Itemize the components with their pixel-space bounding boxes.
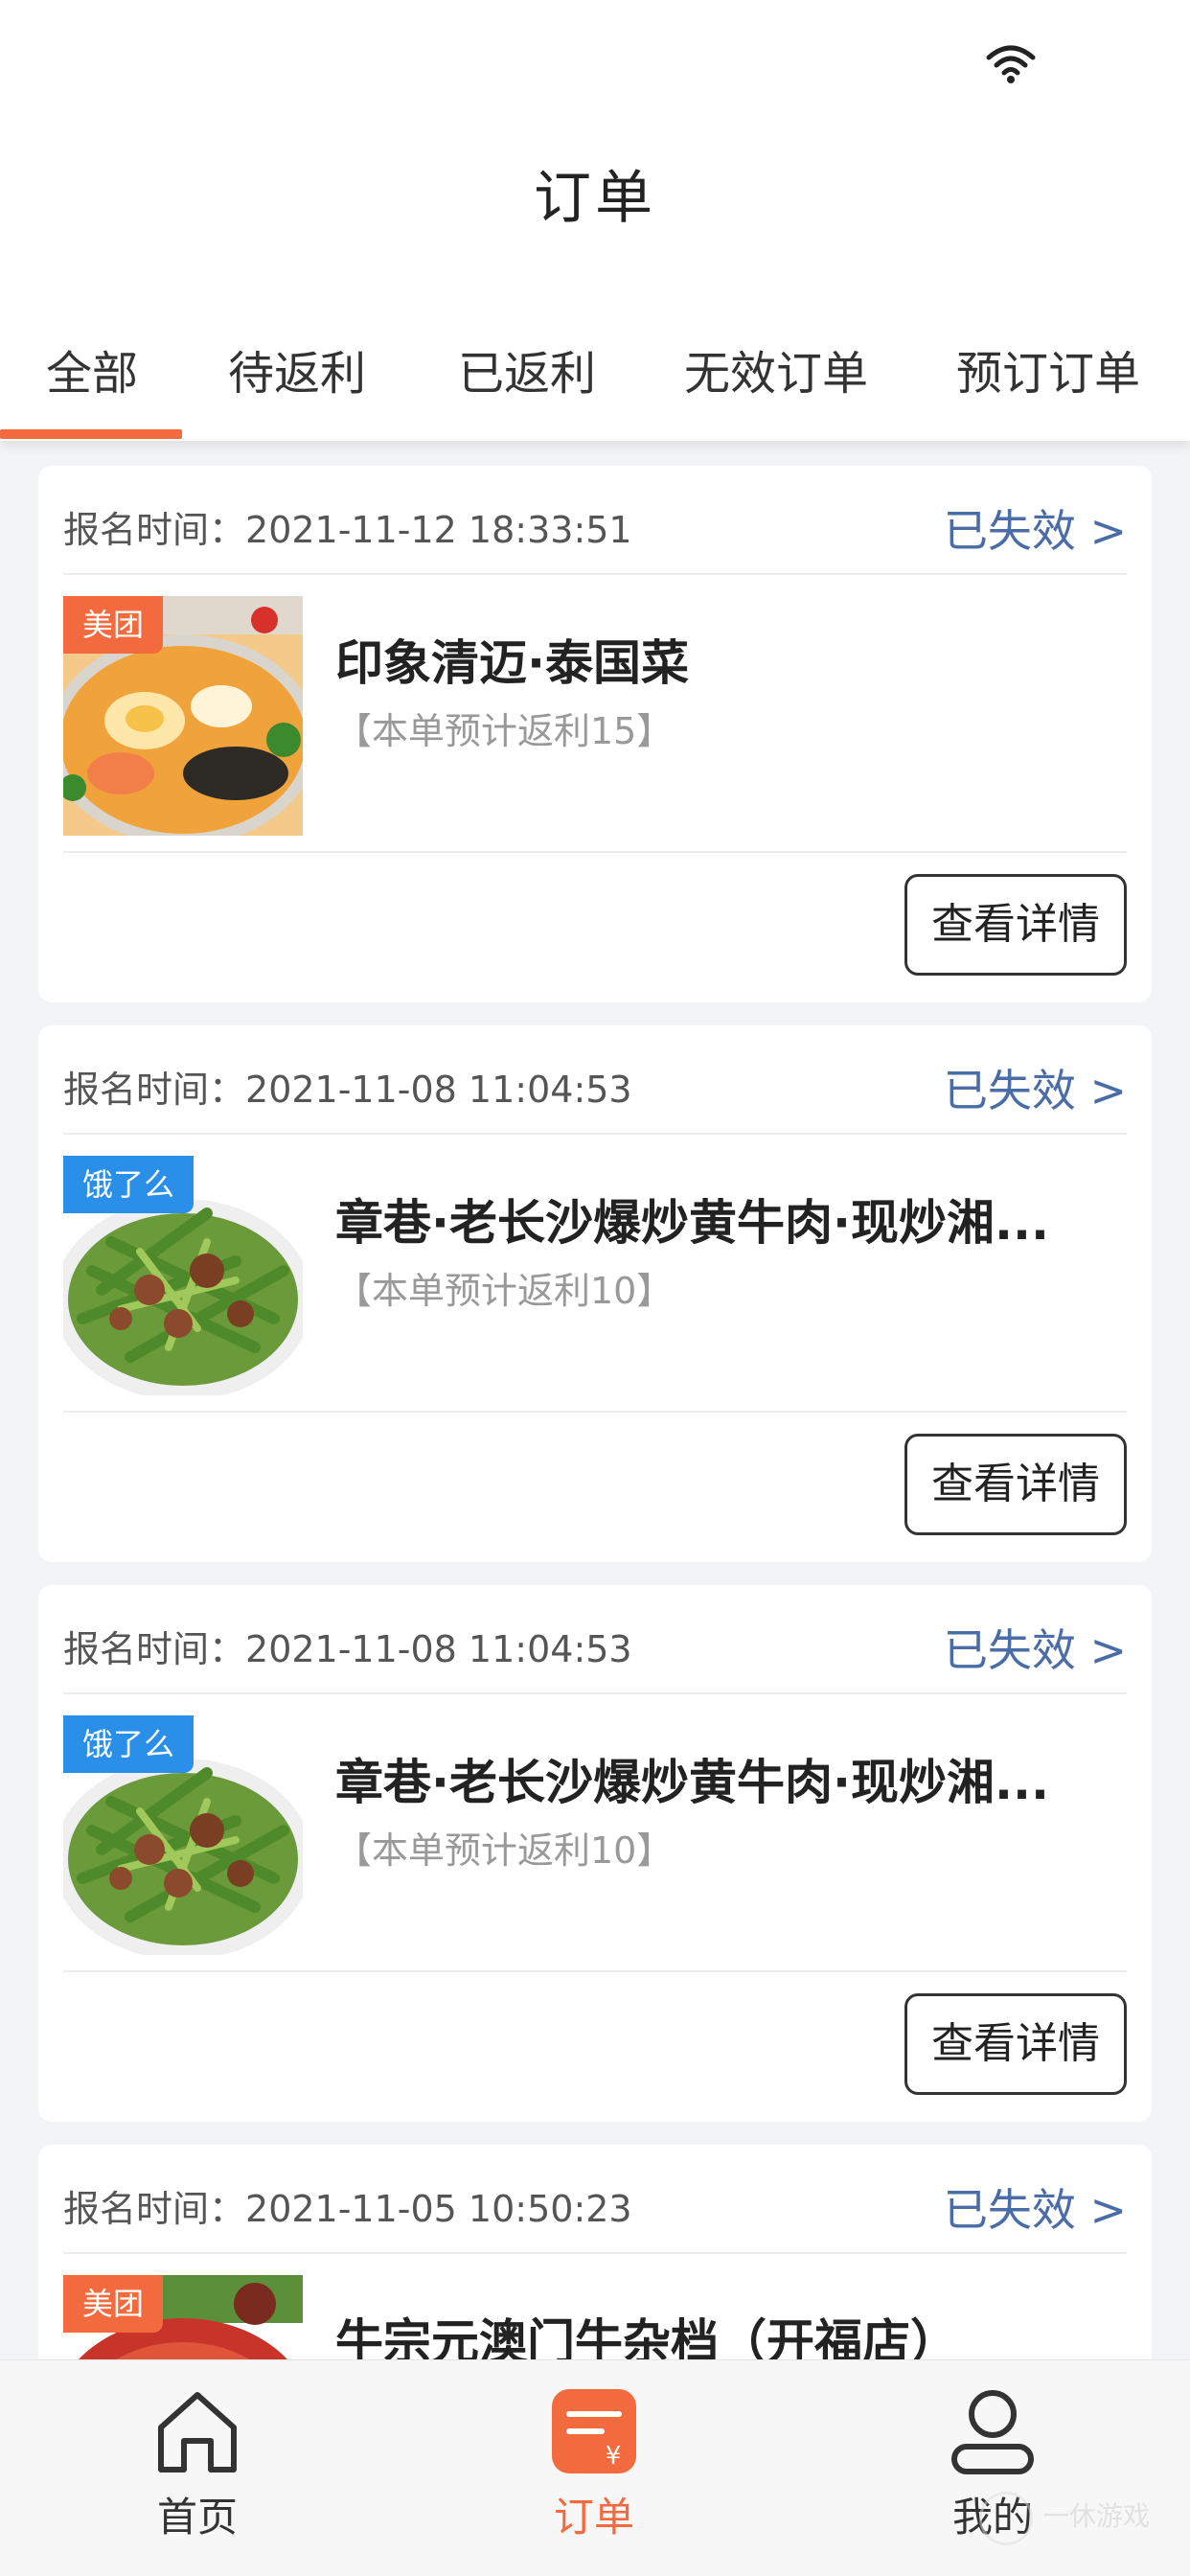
order-status-link[interactable]: 已失效 > (944, 1056, 1127, 1119)
nav-orders-label: 订单 (553, 2494, 634, 2541)
tab-invalid-orders[interactable]: 无效订单 (684, 335, 868, 402)
rebate-note: 【本单预计返利15】 (335, 710, 674, 752)
signup-time-label: 报名时间： (63, 509, 246, 551)
order-card-body[interactable]: 饿了么 章巷·老长沙爆炒黄牛肉·现炒湘... 【本单预计返利10】 (63, 1694, 1127, 1972)
order-card-footer: 查看详情 (63, 1972, 1127, 2126)
order-card-body[interactable]: 美团 印象清迈·泰国菜 【本单预计返利15】 (63, 575, 1127, 853)
shop-name: 章巷·老长沙爆炒黄牛肉·现炒湘... (335, 1195, 1049, 1251)
rebate-note: 【本单预计返利10】 (335, 1829, 674, 1872)
order-card-header: 报名时间：2021-11-05 10:50:23 已失效 > (63, 2145, 1127, 2254)
svg-text:¥: ¥ (606, 2442, 622, 2471)
nav-home-label: 首页 (156, 2494, 238, 2541)
rebate-note: 【本单预计返利10】 (335, 1270, 674, 1312)
watermark: 一休游戏 (979, 2492, 1171, 2549)
tab-reserved-orders[interactable]: 预订订单 (956, 335, 1140, 402)
order-icon: ¥ (552, 2389, 636, 2473)
signup-time: 2021-11-08 11:04:53 (245, 1628, 632, 1670)
platform-badge: 美团 (63, 2275, 164, 2333)
signup-time: 2021-11-08 11:04:53 (245, 1069, 632, 1111)
order-card-footer: 查看详情 (63, 1413, 1127, 1566)
order-card: 报名时间：2021-11-08 11:04:53 已失效 > 饿了么 章巷·老长… (38, 1025, 1152, 1562)
order-status-link[interactable]: 已失效 > (944, 1616, 1127, 1679)
signup-time-label: 报名时间： (63, 1628, 246, 1670)
shop-name: 印象清迈·泰国菜 (335, 635, 689, 691)
order-card-header: 报名时间：2021-11-12 18:33:51 已失效 > (63, 466, 1127, 575)
tab-all[interactable]: 全部 (46, 335, 138, 402)
order-card: 报名时间：2021-11-12 18:33:51 已失效 > 美团 印象清迈·泰… (38, 466, 1152, 1002)
platform-badge: 饿了么 (63, 1715, 195, 1773)
food-image: 饿了么 (63, 1156, 303, 1395)
signup-time-row: 报名时间：2021-11-12 18:33:51 (63, 500, 632, 553)
signup-time-row: 报名时间：2021-11-05 10:50:23 (63, 2179, 632, 2232)
view-details-button[interactable]: 查看详情 (904, 1993, 1127, 2095)
food-image: 美团 (63, 596, 303, 836)
nav-orders[interactable]: ¥ 订单 (498, 2385, 690, 2543)
order-card-header: 报名时间：2021-11-08 11:04:53 已失效 > (63, 1585, 1127, 1694)
food-image: 饿了么 (63, 1715, 303, 1955)
screen: 订单 全部 待返利 已返利 无效订单 预订订单 报名时间：2021-11-12 … (0, 0, 1190, 2576)
watermark-logo (979, 2492, 1033, 2545)
signup-time-row: 报名时间：2021-11-08 11:04:53 (63, 1620, 632, 1672)
order-status-link[interactable]: 已失效 > (944, 2175, 1127, 2239)
platform-badge: 美团 (63, 596, 164, 654)
tab-active-indicator (0, 429, 182, 439)
signup-time: 2021-11-12 18:33:51 (245, 509, 632, 551)
signup-time-label: 报名时间： (63, 2188, 246, 2230)
order-status-link[interactable]: 已失效 > (944, 496, 1127, 560)
signup-time-row: 报名时间：2021-11-08 11:04:53 (63, 1060, 632, 1113)
status-bar (0, 0, 1190, 115)
platform-badge: 饿了么 (63, 1156, 195, 1213)
home-icon (158, 2392, 237, 2472)
signup-time-label: 报名时间： (63, 1069, 246, 1111)
nav-home[interactable]: 首页 (102, 2385, 293, 2543)
page-title: 订单 (534, 165, 656, 232)
watermark-text: 一休游戏 (1042, 2500, 1151, 2532)
view-details-button[interactable]: 查看详情 (904, 874, 1127, 976)
wifi-icon (986, 45, 1036, 83)
view-details-button[interactable]: 查看详情 (904, 1434, 1127, 1535)
order-card: 报名时间：2021-11-08 11:04:53 已失效 > 饿了么 章巷·老长… (38, 1585, 1152, 2122)
order-card-header: 报名时间：2021-11-08 11:04:53 已失效 > (63, 1025, 1127, 1135)
order-tabs: 全部 待返利 已返利 无效订单 预订订单 (0, 297, 1190, 441)
profile-icon (951, 2390, 1034, 2474)
signup-time: 2021-11-05 10:50:23 (245, 2188, 632, 2230)
tab-rebated[interactable]: 已返利 (458, 335, 596, 402)
shop-name: 章巷·老长沙爆炒黄牛肉·现炒湘... (335, 1755, 1049, 1810)
header: 订单 (0, 115, 1190, 297)
tab-pending-rebate[interactable]: 待返利 (228, 335, 366, 402)
order-card-body[interactable]: 饿了么 章巷·老长沙爆炒黄牛肉·现炒湘... 【本单预计返利10】 (63, 1135, 1127, 1413)
order-card-footer: 查看详情 (63, 853, 1127, 1006)
